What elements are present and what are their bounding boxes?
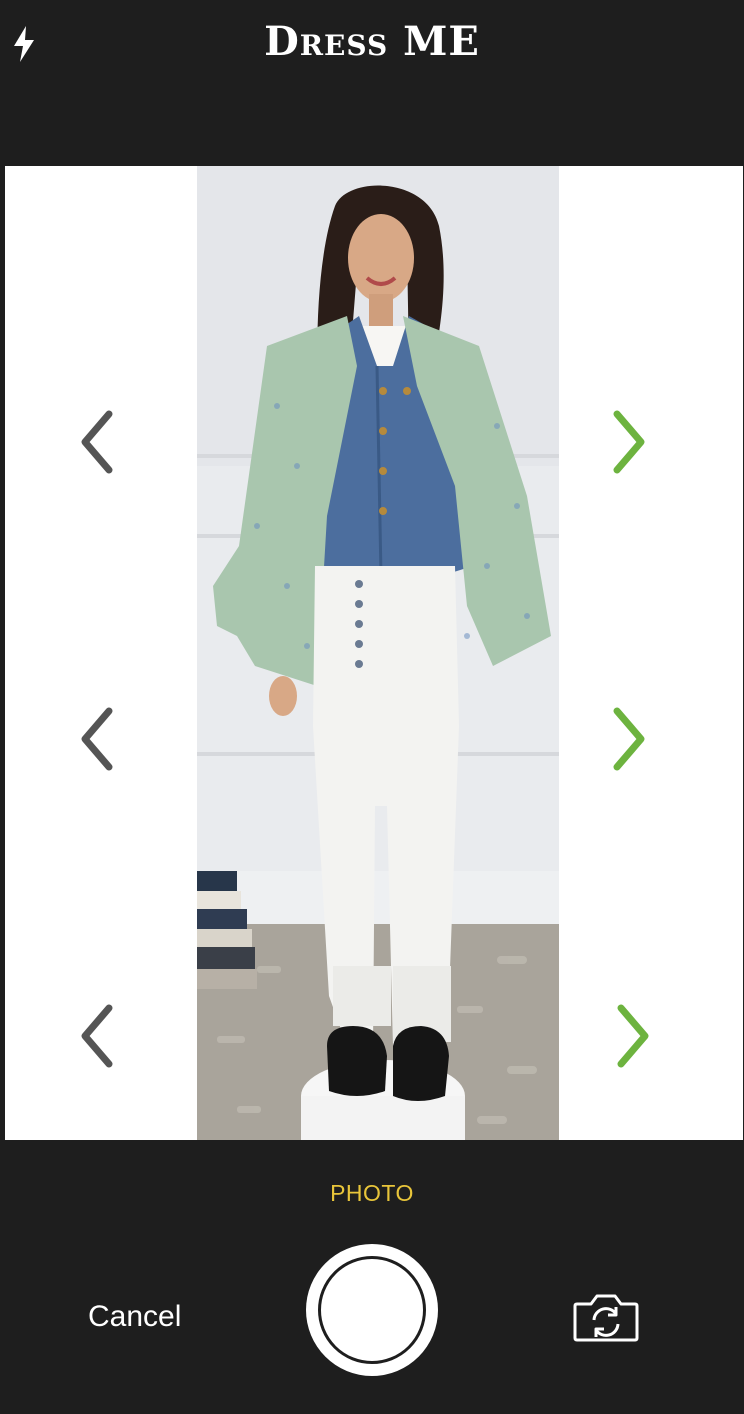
- mode-label-photo[interactable]: PHOTO: [0, 1180, 744, 1207]
- chevron-right-icon[interactable]: [609, 410, 649, 474]
- cancel-button[interactable]: Cancel: [88, 1300, 181, 1334]
- chevron-left-icon[interactable]: [77, 707, 117, 771]
- top-bar: Dress ME: [0, 0, 744, 166]
- camera-flip-icon[interactable]: [571, 1290, 641, 1344]
- camera-viewfinder[interactable]: [5, 166, 743, 1140]
- chevron-left-icon[interactable]: [77, 1004, 117, 1068]
- shutter-button[interactable]: [306, 1244, 438, 1376]
- chevron-left-icon[interactable]: [77, 410, 117, 474]
- app-title: Dress ME: [264, 18, 480, 65]
- chevron-right-icon[interactable]: [609, 707, 649, 771]
- shutter-inner-ring: [318, 1256, 426, 1364]
- chevron-right-icon[interactable]: [613, 1004, 653, 1068]
- camera-controls: PHOTO Cancel: [0, 1140, 744, 1414]
- photo-preview: [197, 166, 559, 1140]
